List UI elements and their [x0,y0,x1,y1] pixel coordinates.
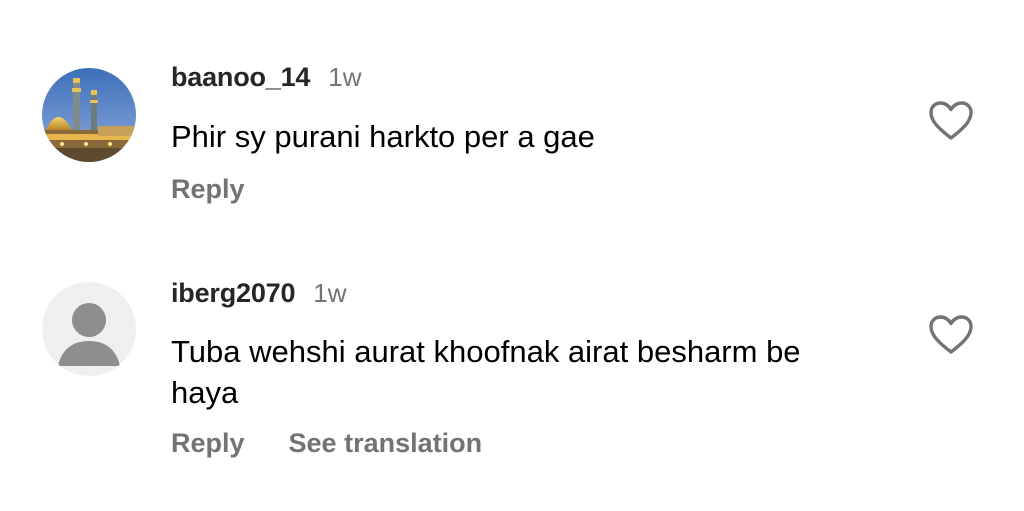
avatar[interactable] [42,282,136,376]
heart-outline-icon [929,101,973,140]
default-person-icon [42,282,136,376]
comment-actions: Reply See translation [171,428,482,459]
username[interactable]: baanoo_14 [171,62,310,93]
comment-meta: iberg2070 1w [171,278,347,309]
like-button[interactable] [928,100,974,142]
comment-actions: Reply [171,174,245,205]
comment-meta: baanoo_14 1w [171,62,362,93]
comment-item: iberg2070 1w Tuba wehshi aurat khoofnak … [0,240,1024,511]
comment-text: Phir sy purani harkto per a gae [171,119,595,154]
reply-button[interactable]: Reply [171,428,245,459]
comment-item: baanoo_14 1w Phir sy purani harkto per a… [0,0,1024,240]
shrine-photo-icon [42,68,136,162]
avatar[interactable] [42,68,136,162]
reply-button[interactable]: Reply [171,174,245,205]
comments-list: baanoo_14 1w Phir sy purani harkto per a… [0,0,1024,511]
username[interactable]: iberg2070 [171,278,295,309]
see-translation-button[interactable]: See translation [289,428,483,459]
comment-time: 1w [328,62,362,92]
comment-time: 1w [313,278,347,308]
comment-text: Tuba wehshi aurat khoofnak airat besharm… [171,334,801,410]
heart-outline-icon [929,315,973,354]
like-button[interactable] [928,314,974,356]
